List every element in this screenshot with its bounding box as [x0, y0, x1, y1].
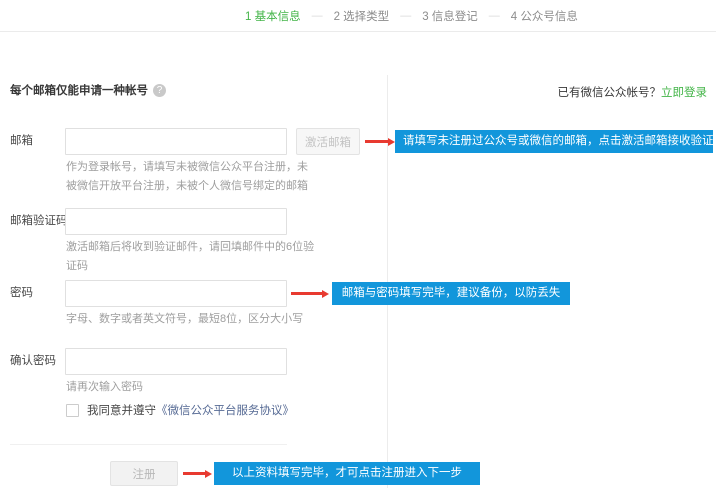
service-agreement-link[interactable]: 《微信公众平台服务协议》 [156, 405, 294, 417]
annotation-email-callout: 请填写未注册过公众号或微信的邮箱，点击激活邮箱接收验证码 [395, 130, 713, 153]
register-button[interactable]: 注册 [110, 461, 178, 486]
email-input[interactable] [65, 128, 287, 155]
agreement-text: 我同意并遵守《微信公众平台服务协议》 [87, 402, 294, 418]
arrow-email-annotation [365, 137, 395, 146]
agreement-prefix: 我同意并遵守 [87, 405, 156, 417]
confirm-password-input[interactable] [65, 348, 287, 375]
login-now-link[interactable]: 立即登录 [661, 87, 707, 99]
email-helper-text: 作为登录帐号，请填写未被微信公众平台注册，未被微信开放平台注册，未被个人微信号绑… [66, 158, 316, 196]
email-code-input[interactable] [65, 208, 287, 235]
existing-account-row: 已有微信公众帐号？立即登录 [558, 84, 708, 100]
horizontal-divider [10, 444, 287, 445]
confirm-password-helper-text: 请再次输入密码 [66, 378, 316, 397]
email-limit-note: 每个邮箱仅能申请一种帐号 ? [10, 82, 166, 98]
agreement-checkbox[interactable] [66, 404, 79, 417]
annotation-password-callout: 邮箱与密码填写完毕，建议备份，以防丢失 [332, 282, 570, 305]
password-helper-text: 字母、数字或者英文符号，最短8位，区分大小写 [66, 310, 316, 329]
email-limit-note-text: 每个邮箱仅能申请一种帐号 [10, 82, 148, 98]
arrow-password-annotation [291, 289, 329, 298]
existing-account-text: 已有微信公众帐号？ [558, 87, 662, 99]
step-account-info: 4 公众号信息 [511, 8, 578, 24]
step-separator: — [400, 10, 411, 22]
email-code-label: 邮箱验证码 [10, 208, 66, 235]
step-separator: — [489, 10, 500, 22]
confirm-password-label: 确认密码 [10, 348, 66, 375]
step-indicator: 1 基本信息 — 2 选择类型 — 3 信息登记 — 4 公众号信息 [245, 0, 578, 32]
agreement-row: 我同意并遵守《微信公众平台服务协议》 [66, 402, 294, 418]
step-header: 1 基本信息 — 2 选择类型 — 3 信息登记 — 4 公众号信息 [0, 0, 716, 32]
activate-email-button[interactable]: 激活邮箱 [296, 128, 360, 155]
step-choose-type: 2 选择类型 [334, 8, 390, 24]
step-info-register: 3 信息登记 [422, 8, 478, 24]
question-icon[interactable]: ? [153, 84, 166, 97]
email-label: 邮箱 [10, 128, 66, 155]
email-code-helper-text: 激活邮箱后将收到验证邮件，请回填邮件中的6位验证码 [66, 238, 316, 276]
password-label: 密码 [10, 280, 66, 307]
annotation-register-callout: 以上资料填写完毕，才可点击注册进入下一步 [214, 462, 480, 485]
step-separator: — [312, 10, 323, 22]
arrow-register-annotation [183, 469, 212, 478]
step-basic-info: 1 基本信息 [245, 8, 301, 24]
registration-page: 1 基本信息 — 2 选择类型 — 3 信息登记 — 4 公众号信息 每个邮箱仅… [0, 0, 716, 488]
password-input[interactable] [65, 280, 287, 307]
